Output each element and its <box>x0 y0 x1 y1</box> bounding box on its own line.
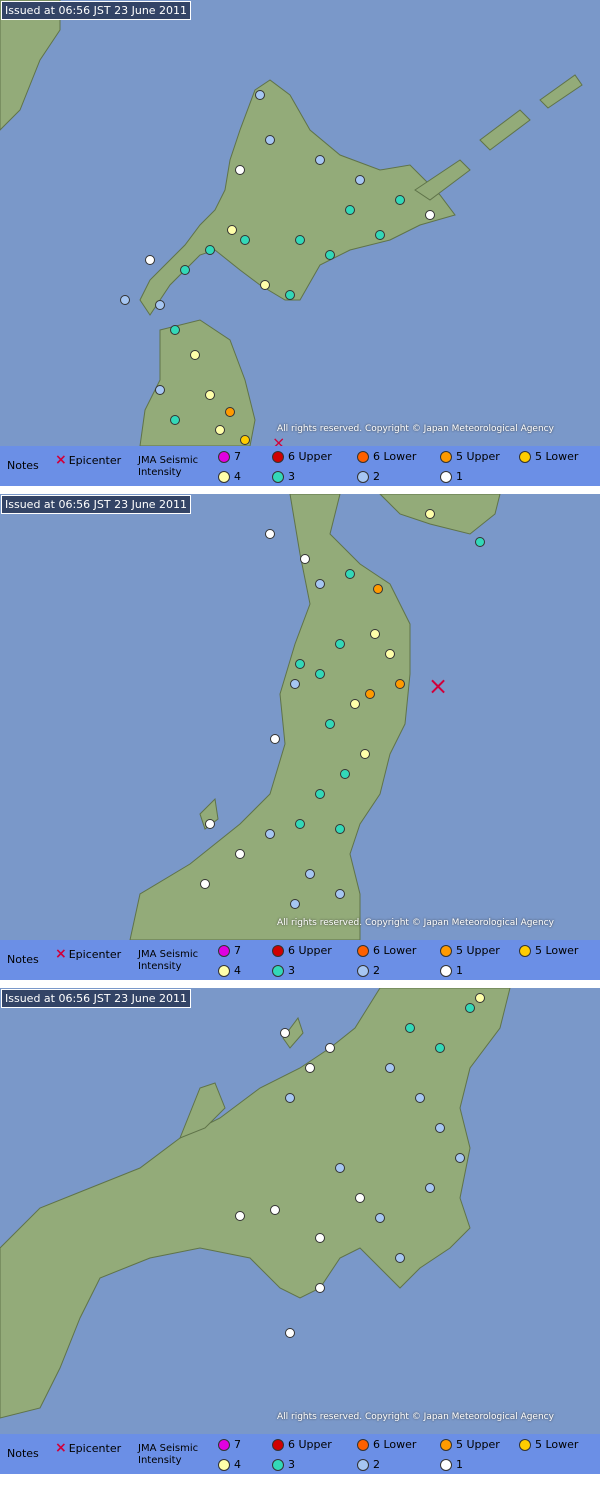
legend-epicenter: × Epicenter <box>55 452 122 468</box>
legend-level-4: 4 <box>218 470 241 483</box>
legend-level-1: 1 <box>440 470 463 483</box>
legend-level-5upper: 5 Upper <box>440 450 500 463</box>
epicenter-marker-2: × <box>428 672 448 700</box>
legend-epicenter-2: × Epicenter <box>55 946 122 962</box>
map-hokkaido: × <box>0 0 600 446</box>
map-kanto <box>0 988 600 1434</box>
issued-label-3: Issued at 06:56 JST 23 June 2011 <box>1 989 192 1008</box>
issued-label: Issued at 06:56 JST 23 June 2011 <box>1 1 192 20</box>
legend-level-4-3: 4 <box>218 1458 241 1471</box>
legend-notes-3: Notes <box>7 1447 39 1460</box>
copyright-label-3: All rights reserved. Copyright © Japan M… <box>277 1412 554 1422</box>
legend-level-4-2: 4 <box>218 964 241 977</box>
legend-level-6lower-2: 6 Lower <box>357 944 416 957</box>
map-tohoku: × <box>0 494 600 940</box>
legend-notes: Notes <box>7 459 39 472</box>
copyright-label-2: All rights reserved. Copyright © Japan M… <box>277 918 554 928</box>
legend-level-3: 3 <box>272 470 295 483</box>
legend-level-5upper-2: 5 Upper <box>440 944 500 957</box>
legend-level-2: 2 <box>357 470 380 483</box>
legend-level-6upper: 6 Upper <box>272 450 332 463</box>
legend-epicenter-3: × Epicenter <box>55 1440 122 1456</box>
legend-level-6upper-3: 6 Upper <box>272 1438 332 1451</box>
legend-level-2-2: 2 <box>357 964 380 977</box>
legend-bar-3: Notes × Epicenter JMA Seismic Intensity 7 … <box>0 1434 600 1474</box>
legend-level-3-3: 3 <box>272 1458 295 1471</box>
legend-level-7: 7 <box>218 450 241 463</box>
legend-jma-2: JMA Seismic Intensity <box>138 949 199 972</box>
legend-bar-2: Notes × Epicenter JMA Seismic Intensity 7 … <box>0 940 600 980</box>
legend-level-3-2: 3 <box>272 964 295 977</box>
legend-level-1-2: 1 <box>440 964 463 977</box>
legend-level-5lower-3: 5 Lower <box>519 1438 578 1451</box>
legend-notes-2: Notes <box>7 953 39 966</box>
legend-level-5upper-3: 5 Upper <box>440 1438 500 1451</box>
legend-level-2-3: 2 <box>357 1458 380 1471</box>
epicenter-icon-2: × <box>55 946 67 962</box>
legend-level-5lower-2: 5 Lower <box>519 944 578 957</box>
legend-jma-3: JMA Seismic Intensity <box>138 1443 199 1466</box>
legend-bar: Notes × Epicenter JMA Seismic Intensity 7 … <box>0 446 600 486</box>
legend-level-6lower: 6 Lower <box>357 450 416 463</box>
legend-level-6upper-2: 6 Upper <box>272 944 332 957</box>
legend-level-7-3: 7 <box>218 1438 241 1451</box>
legend-level-7-2: 7 <box>218 944 241 957</box>
copyright-label: All rights reserved. Copyright © Japan M… <box>277 424 554 434</box>
legend-jma: JMA Seismic Intensity <box>138 455 199 478</box>
epicenter-marker: × <box>272 433 285 446</box>
legend-level-5lower: 5 Lower <box>519 450 578 463</box>
legend-level-6lower-3: 6 Lower <box>357 1438 416 1451</box>
issued-label-2: Issued at 06:56 JST 23 June 2011 <box>1 495 192 514</box>
epicenter-icon-3: × <box>55 1440 67 1456</box>
epicenter-icon: × <box>55 452 67 468</box>
legend-level-1-3: 1 <box>440 1458 463 1471</box>
